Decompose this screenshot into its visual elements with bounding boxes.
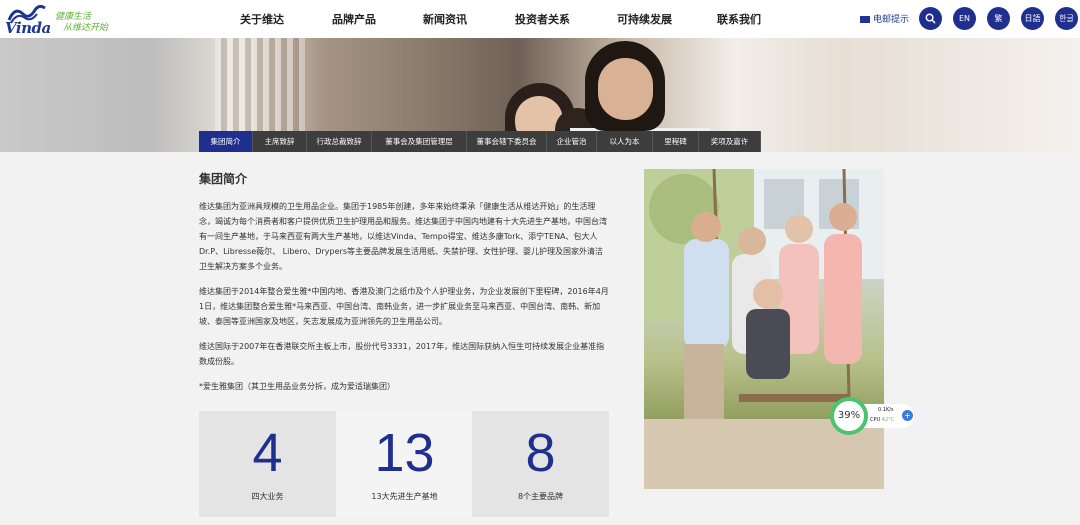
expand-icon[interactable]: +: [902, 410, 913, 421]
intro-paragraph-2: 维达集团于2014年整合爱生雅*中国内地、香港及澳门之纸巾及个人护理业务，为企业…: [199, 287, 609, 326]
tab-chairman-message[interactable]: 主席致辞: [253, 131, 307, 152]
nav-brands[interactable]: 品牌产品: [332, 11, 376, 27]
nav-investors[interactable]: 投资者关系: [515, 11, 570, 27]
stat-bases-label: 13大先进生产基地: [371, 492, 438, 501]
lang-kr-button[interactable]: 한글: [1055, 7, 1078, 30]
intro-footnote: *爱生雅集团（其卫生用品业务分拆，成为爱适瑞集团）: [199, 382, 395, 391]
main-content: 集团简介 维达集团为亚洲具规模的卫生用品企业。集团于1985年创建，多年来始终秉…: [199, 170, 609, 404]
nav-about[interactable]: 关于维达: [240, 11, 284, 27]
network-speed: 0.1K/s: [878, 407, 894, 413]
email-alert-label: 电邮提示: [873, 15, 910, 25]
tab-board-management[interactable]: 董事会及集团管理层: [372, 131, 467, 152]
banner-father-face: [598, 58, 653, 120]
stat-business-label: 四大业务: [251, 492, 284, 501]
stat-business: 4 四大业务: [199, 411, 336, 517]
tab-awards[interactable]: 奖项及嘉许: [699, 131, 761, 152]
nav-contact[interactable]: 联系我们: [717, 11, 761, 27]
intro-paragraph-1: 维达集团为亚洲具规模的卫生用品企业。集团于1985年创建，多年来始终秉承「健康生…: [199, 202, 607, 271]
lang-en-button[interactable]: EN: [953, 7, 976, 30]
stats-section: 4 四大业务 13 13大先进生产基地 8 8个主要品牌: [199, 411, 609, 517]
intro-paragraph-3: 维达国际于2007年在香港联交所主板上市，股份代号3331，2017年，维达国际…: [199, 342, 605, 366]
tab-milestones[interactable]: 里程碑: [653, 131, 699, 152]
vinda-logo[interactable]: Vinda 健康生活 从维达开始: [3, 2, 118, 37]
cpu-temp: CPU 42°C: [870, 417, 894, 423]
stat-bases-number: 13: [374, 423, 435, 483]
stat-business-number: 4: [252, 423, 283, 483]
system-monitor-widget[interactable]: 0.1K/s CPU 42°C + 39%: [830, 397, 914, 435]
logo-brand-text: Vinda: [5, 19, 51, 37]
cpu-label: CPU: [870, 417, 881, 423]
tab-board-committees[interactable]: 董事会辖下委员会: [467, 131, 547, 152]
search-button[interactable]: [919, 7, 942, 30]
email-alert-link[interactable]: 电邮提示: [860, 12, 909, 25]
nav-news[interactable]: 新闻资讯: [423, 11, 467, 27]
family-photo-illustration: [644, 169, 884, 489]
nav-sustainability[interactable]: 可持续发展: [617, 11, 672, 27]
cpu-temp-value: 42°C: [881, 417, 895, 423]
family-photo: [644, 169, 884, 489]
monitor-panel: 0.1K/s CPU 42°C +: [864, 404, 914, 428]
stat-brands-label: 8个主要品牌: [517, 492, 564, 501]
memory-usage-ring: 39%: [830, 397, 868, 435]
tab-people[interactable]: 以人为本: [597, 131, 653, 152]
page-title: 集团简介: [199, 172, 248, 186]
tab-ceo-message[interactable]: 行政总裁致辞: [307, 131, 372, 152]
lang-tc-button[interactable]: 繁: [987, 7, 1010, 30]
site-header: Vinda 健康生活 从维达开始 关于维达 品牌产品 新闻资讯 投资者关系 可持…: [0, 0, 1080, 38]
envelope-icon: [860, 16, 870, 23]
tab-governance[interactable]: 企业管治: [547, 131, 597, 152]
stat-brands-number: 8: [525, 423, 556, 483]
tab-group-profile[interactable]: 集团简介: [199, 131, 253, 152]
logo-slogan-line2: 从维达开始: [63, 23, 109, 33]
lang-jp-button[interactable]: 日語: [1021, 7, 1044, 30]
search-icon: [925, 13, 936, 24]
stat-bases: 13 13大先进生产基地: [336, 411, 473, 517]
stat-brands: 8 8个主要品牌: [472, 411, 609, 517]
